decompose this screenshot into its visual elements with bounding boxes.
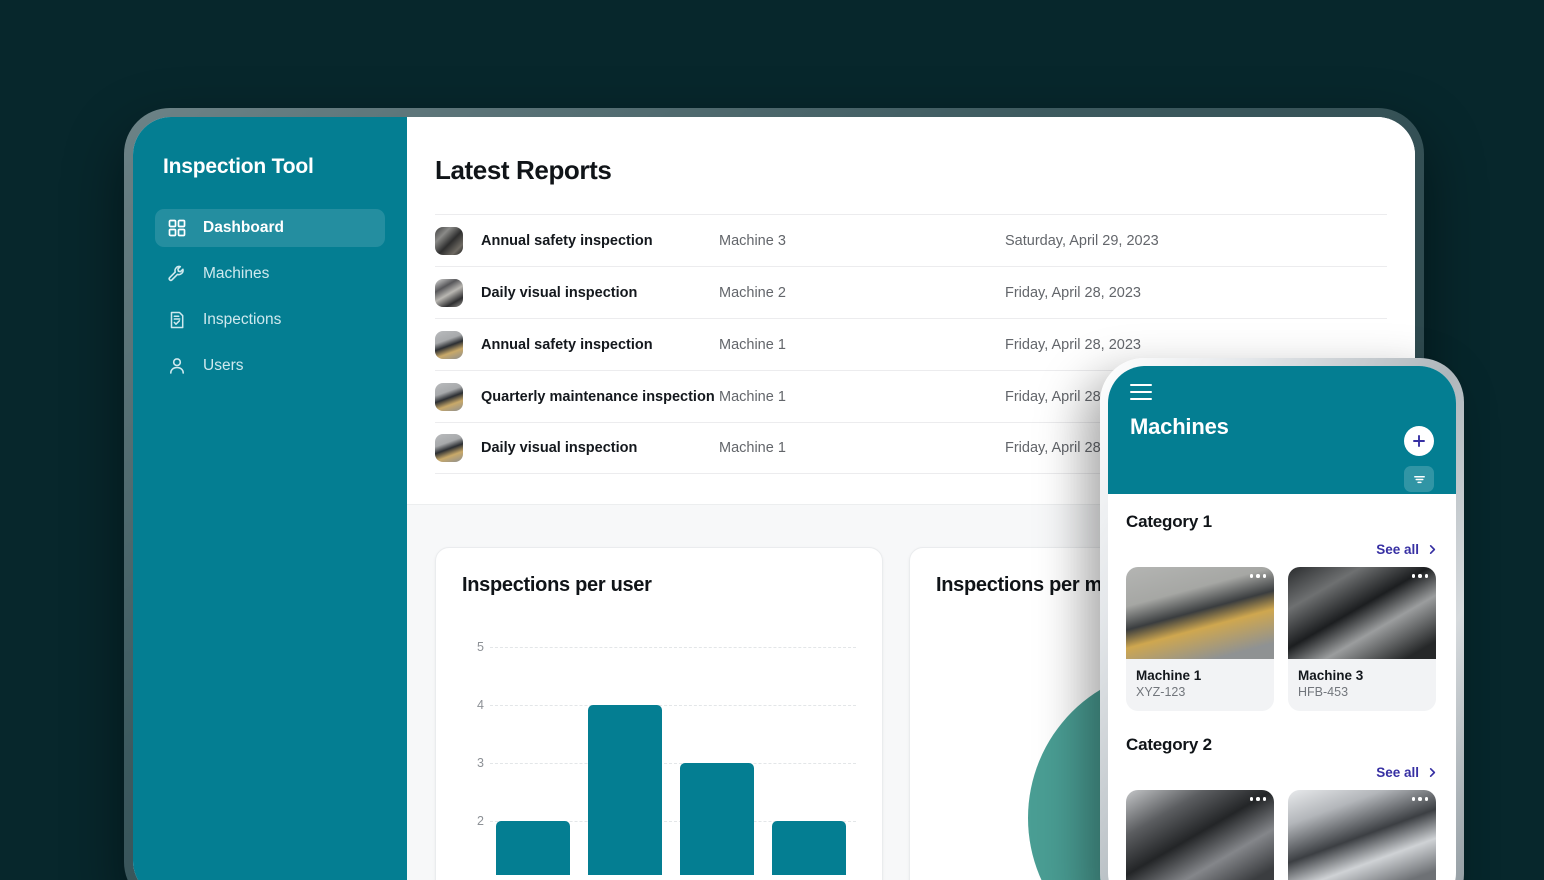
sidebar-item-label: Users <box>203 357 243 375</box>
machine-photo <box>1288 790 1436 880</box>
sidebar-item-users[interactable]: Users <box>155 347 385 385</box>
more-options-icon[interactable] <box>1250 797 1267 801</box>
report-name: Daily visual inspection <box>481 285 719 301</box>
machine-card[interactable]: Machine 3 HFB-453 <box>1288 567 1436 711</box>
add-machine-button[interactable] <box>1404 426 1434 456</box>
wrench-icon <box>167 264 187 284</box>
sidebar-item-label: Machines <box>203 265 269 283</box>
report-machine: Machine 1 <box>719 440 1005 456</box>
report-thumbnail <box>435 331 463 359</box>
see-all-link-category-1[interactable]: See all <box>1376 542 1438 557</box>
report-thumbnail <box>435 434 463 462</box>
report-machine: Machine 3 <box>719 233 1005 249</box>
document-check-icon <box>167 310 187 330</box>
bar-user-4[interactable] <box>772 821 846 875</box>
category-title: Category 1 <box>1126 512 1438 532</box>
y-axis-tick: 2 <box>462 814 484 828</box>
chevron-right-icon <box>1427 767 1438 778</box>
machine-photo <box>1126 790 1274 880</box>
machine-photo <box>1288 567 1436 659</box>
sidebar-item-dashboard[interactable]: Dashboard <box>155 209 385 247</box>
machine-name: Machine 1 <box>1136 668 1264 683</box>
sidebar-item-label: Inspections <box>203 311 281 329</box>
phone-page-title: Machines <box>1130 414 1434 440</box>
report-date: Saturday, April 29, 2023 <box>1005 233 1159 249</box>
report-name: Quarterly maintenance inspection <box>481 389 719 405</box>
bar-chart: 5 4 3 2 <box>462 625 856 875</box>
machine-card[interactable] <box>1288 790 1436 880</box>
report-name: Annual safety inspection <box>481 337 719 353</box>
report-name: Annual safety inspection <box>481 233 719 249</box>
report-name: Daily visual inspection <box>481 440 719 456</box>
page-title: Latest Reports <box>435 155 1415 186</box>
report-machine: Machine 2 <box>719 285 1005 301</box>
more-options-icon[interactable] <box>1412 797 1429 801</box>
bar-user-3[interactable] <box>680 763 754 875</box>
plus-icon <box>1411 433 1427 449</box>
table-row[interactable]: Annual safety inspection Machine 3 Satur… <box>435 214 1387 266</box>
report-date: Friday, April 28, 2023 <box>1005 285 1141 301</box>
report-thumbnail <box>435 279 463 307</box>
sidebar-item-inspections[interactable]: Inspections <box>155 301 385 339</box>
sidebar: Inspection Tool Dashboard Machines <box>133 117 407 880</box>
hamburger-icon[interactable] <box>1130 384 1152 400</box>
chevron-right-icon <box>1427 544 1438 555</box>
report-thumbnail <box>435 227 463 255</box>
report-date: Friday, April 28, 2023 <box>1005 337 1141 353</box>
machine-photo <box>1126 567 1274 659</box>
y-axis-tick: 4 <box>462 698 484 712</box>
sidebar-item-machines[interactable]: Machines <box>155 255 385 293</box>
bar-user-2[interactable] <box>588 705 662 875</box>
sidebar-item-label: Dashboard <box>203 219 284 237</box>
bar-series <box>496 625 846 875</box>
phone-body: Category 1 See all Machine 1 XYZ-123 <box>1108 494 1456 880</box>
more-options-icon[interactable] <box>1412 574 1429 578</box>
machine-code: XYZ-123 <box>1136 685 1264 699</box>
filter-icon <box>1412 472 1427 487</box>
machine-code: HFB-453 <box>1298 685 1426 699</box>
see-all-label: See all <box>1376 542 1419 557</box>
bar-user-1[interactable] <box>496 821 570 875</box>
machine-name: Machine 3 <box>1298 668 1426 683</box>
see-all-link-category-2[interactable]: See all <box>1376 765 1438 780</box>
more-options-icon[interactable] <box>1250 574 1267 578</box>
chart-title: Inspections per user <box>462 574 856 597</box>
see-all-label: See all <box>1376 765 1419 780</box>
grid-icon <box>167 218 187 238</box>
person-icon <box>167 356 187 376</box>
phone-device: Machines Category 1 See all <box>1100 358 1464 880</box>
phone-screen: Machines Category 1 See all <box>1108 366 1456 880</box>
machine-card-list-category-2 <box>1126 790 1438 880</box>
report-machine: Machine 1 <box>719 337 1005 353</box>
y-axis-tick: 5 <box>462 640 484 654</box>
filter-button[interactable] <box>1404 466 1434 492</box>
app-brand-title: Inspection Tool <box>155 155 385 179</box>
inspections-per-user-card: Inspections per user 5 4 3 2 <box>435 547 883 880</box>
table-row[interactable]: Daily visual inspection Machine 2 Friday… <box>435 266 1387 318</box>
machine-card-list-category-1: Machine 1 XYZ-123 Machine 3 HFB-453 <box>1126 567 1438 711</box>
phone-header: Machines <box>1108 366 1456 494</box>
report-machine: Machine 1 <box>719 389 1005 405</box>
machine-card[interactable] <box>1126 790 1274 880</box>
category-title: Category 2 <box>1126 735 1438 755</box>
y-axis-tick: 3 <box>462 756 484 770</box>
report-thumbnail <box>435 383 463 411</box>
machine-card[interactable]: Machine 1 XYZ-123 <box>1126 567 1274 711</box>
